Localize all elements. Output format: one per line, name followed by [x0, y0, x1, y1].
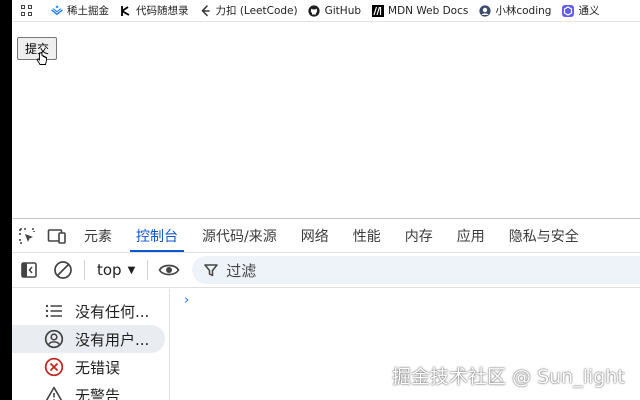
tab-network[interactable]: 网络 [289, 219, 341, 252]
bookmark-label: 小林coding [495, 5, 552, 17]
caret-down-icon: ▼ [127, 264, 136, 276]
console-sidebar: 没有任何... 没有用户... 无错误 无警告 [12, 289, 170, 400]
toolbar-divider [147, 260, 149, 280]
sidebar-item-label: 无警告 [75, 386, 121, 400]
tab-label: 网络 [300, 228, 329, 245]
sidebar-item-warnings[interactable]: 无警告 [12, 381, 165, 400]
tab-performance[interactable]: 性能 [341, 219, 393, 252]
code-icon [119, 4, 132, 17]
sidebar-item-errors[interactable]: 无错误 [12, 353, 165, 381]
bookmark-daimasuixianglu[interactable]: 代码随想录 [119, 3, 189, 18]
tab-label: 控制台 [136, 228, 178, 245]
filter-icon [204, 264, 219, 277]
tab-label: 应用 [456, 228, 485, 245]
user-icon [44, 329, 64, 349]
tongyi-icon [561, 4, 574, 17]
bookmark-tongyi[interactable]: 通义 [561, 3, 599, 18]
bookmark-label: GitHub [324, 4, 362, 17]
tab-label: 元素 [84, 228, 112, 245]
bookmark-github[interactable]: GitHub [308, 4, 361, 17]
bookmark-leetcode[interactable]: 力扣 (LeetCode) [199, 3, 298, 18]
bookmark-label: 力扣 (LeetCode) [215, 5, 298, 17]
bookmark-label: 通义 [578, 5, 600, 17]
bookmark-label: 代码随想录 [136, 5, 189, 17]
list-icon [44, 301, 64, 321]
toolbar-divider [84, 260, 85, 280]
filter-placeholder: 过滤 [226, 261, 257, 280]
console-toolbar: top ▼ 过滤 [12, 253, 640, 288]
xiaolin-icon [478, 4, 491, 17]
tab-elements[interactable]: 元素 [72, 219, 124, 252]
filter-input[interactable]: 过滤 [192, 256, 640, 284]
github-icon [308, 4, 321, 17]
watermark-text: 掘金技术社区 @ Sun_light [392, 366, 625, 388]
leetcode-icon [199, 4, 212, 17]
tab-privacy-security[interactable]: 隐私与安全 [497, 219, 591, 252]
tab-label: 隐私与安全 [508, 228, 579, 245]
mdn-icon [371, 4, 384, 17]
tab-application[interactable]: 应用 [445, 219, 497, 252]
device-toolbar-icon[interactable] [42, 219, 72, 252]
sidebar-toggle-icon[interactable] [12, 253, 46, 287]
apps-grid-icon[interactable] [12, 0, 40, 21]
bookmark-juejin[interactable]: 稀土掘金 [50, 3, 109, 18]
console-prompt-chevron-icon: › [184, 293, 190, 308]
sidebar-item-label: 没有任何... [75, 302, 150, 321]
tab-label: 性能 [352, 228, 381, 245]
tab-sources[interactable]: 源代码/来源 [190, 219, 289, 252]
tab-label: 源代码/来源 [202, 228, 277, 245]
bookmark-xiaolincoding[interactable]: 小林coding [478, 3, 551, 18]
inspect-element-icon[interactable] [12, 219, 42, 252]
browser-window: 稀土掘金 代码随想录 力扣 (LeetCode) GitHub MDN Web … [12, 0, 640, 400]
tab-console[interactable]: 控制台 [124, 219, 190, 252]
hand-cursor-icon [36, 52, 47, 65]
context-selector[interactable]: top ▼ [89, 261, 143, 279]
juejin-icon [50, 4, 63, 17]
clear-console-icon[interactable] [46, 253, 80, 287]
context-value: top [97, 261, 122, 279]
tab-label: 内存 [404, 228, 433, 245]
bookmark-label: 稀土掘金 [67, 5, 109, 17]
error-icon [44, 357, 64, 377]
bookmarks-bar: 稀土掘金 代码随想录 力扣 (LeetCode) GitHub MDN Web … [12, 0, 640, 22]
sidebar-item-messages[interactable]: 没有任何... [12, 297, 165, 325]
warning-icon [44, 385, 64, 400]
live-expression-eye-icon[interactable] [152, 253, 186, 287]
devtools-tabbar: 元素 控制台 源代码/来源 网络 性能 内存 应用 隐私与安全 [12, 219, 640, 253]
sidebar-item-label: 没有用户... [75, 330, 150, 349]
tab-memory[interactable]: 内存 [393, 219, 445, 252]
sidebar-item-label: 无错误 [75, 358, 121, 377]
sidebar-item-user-messages[interactable]: 没有用户... [12, 325, 165, 353]
bookmark-label: MDN Web Docs [388, 4, 469, 17]
bookmark-mdn[interactable]: MDN Web Docs [371, 4, 468, 17]
